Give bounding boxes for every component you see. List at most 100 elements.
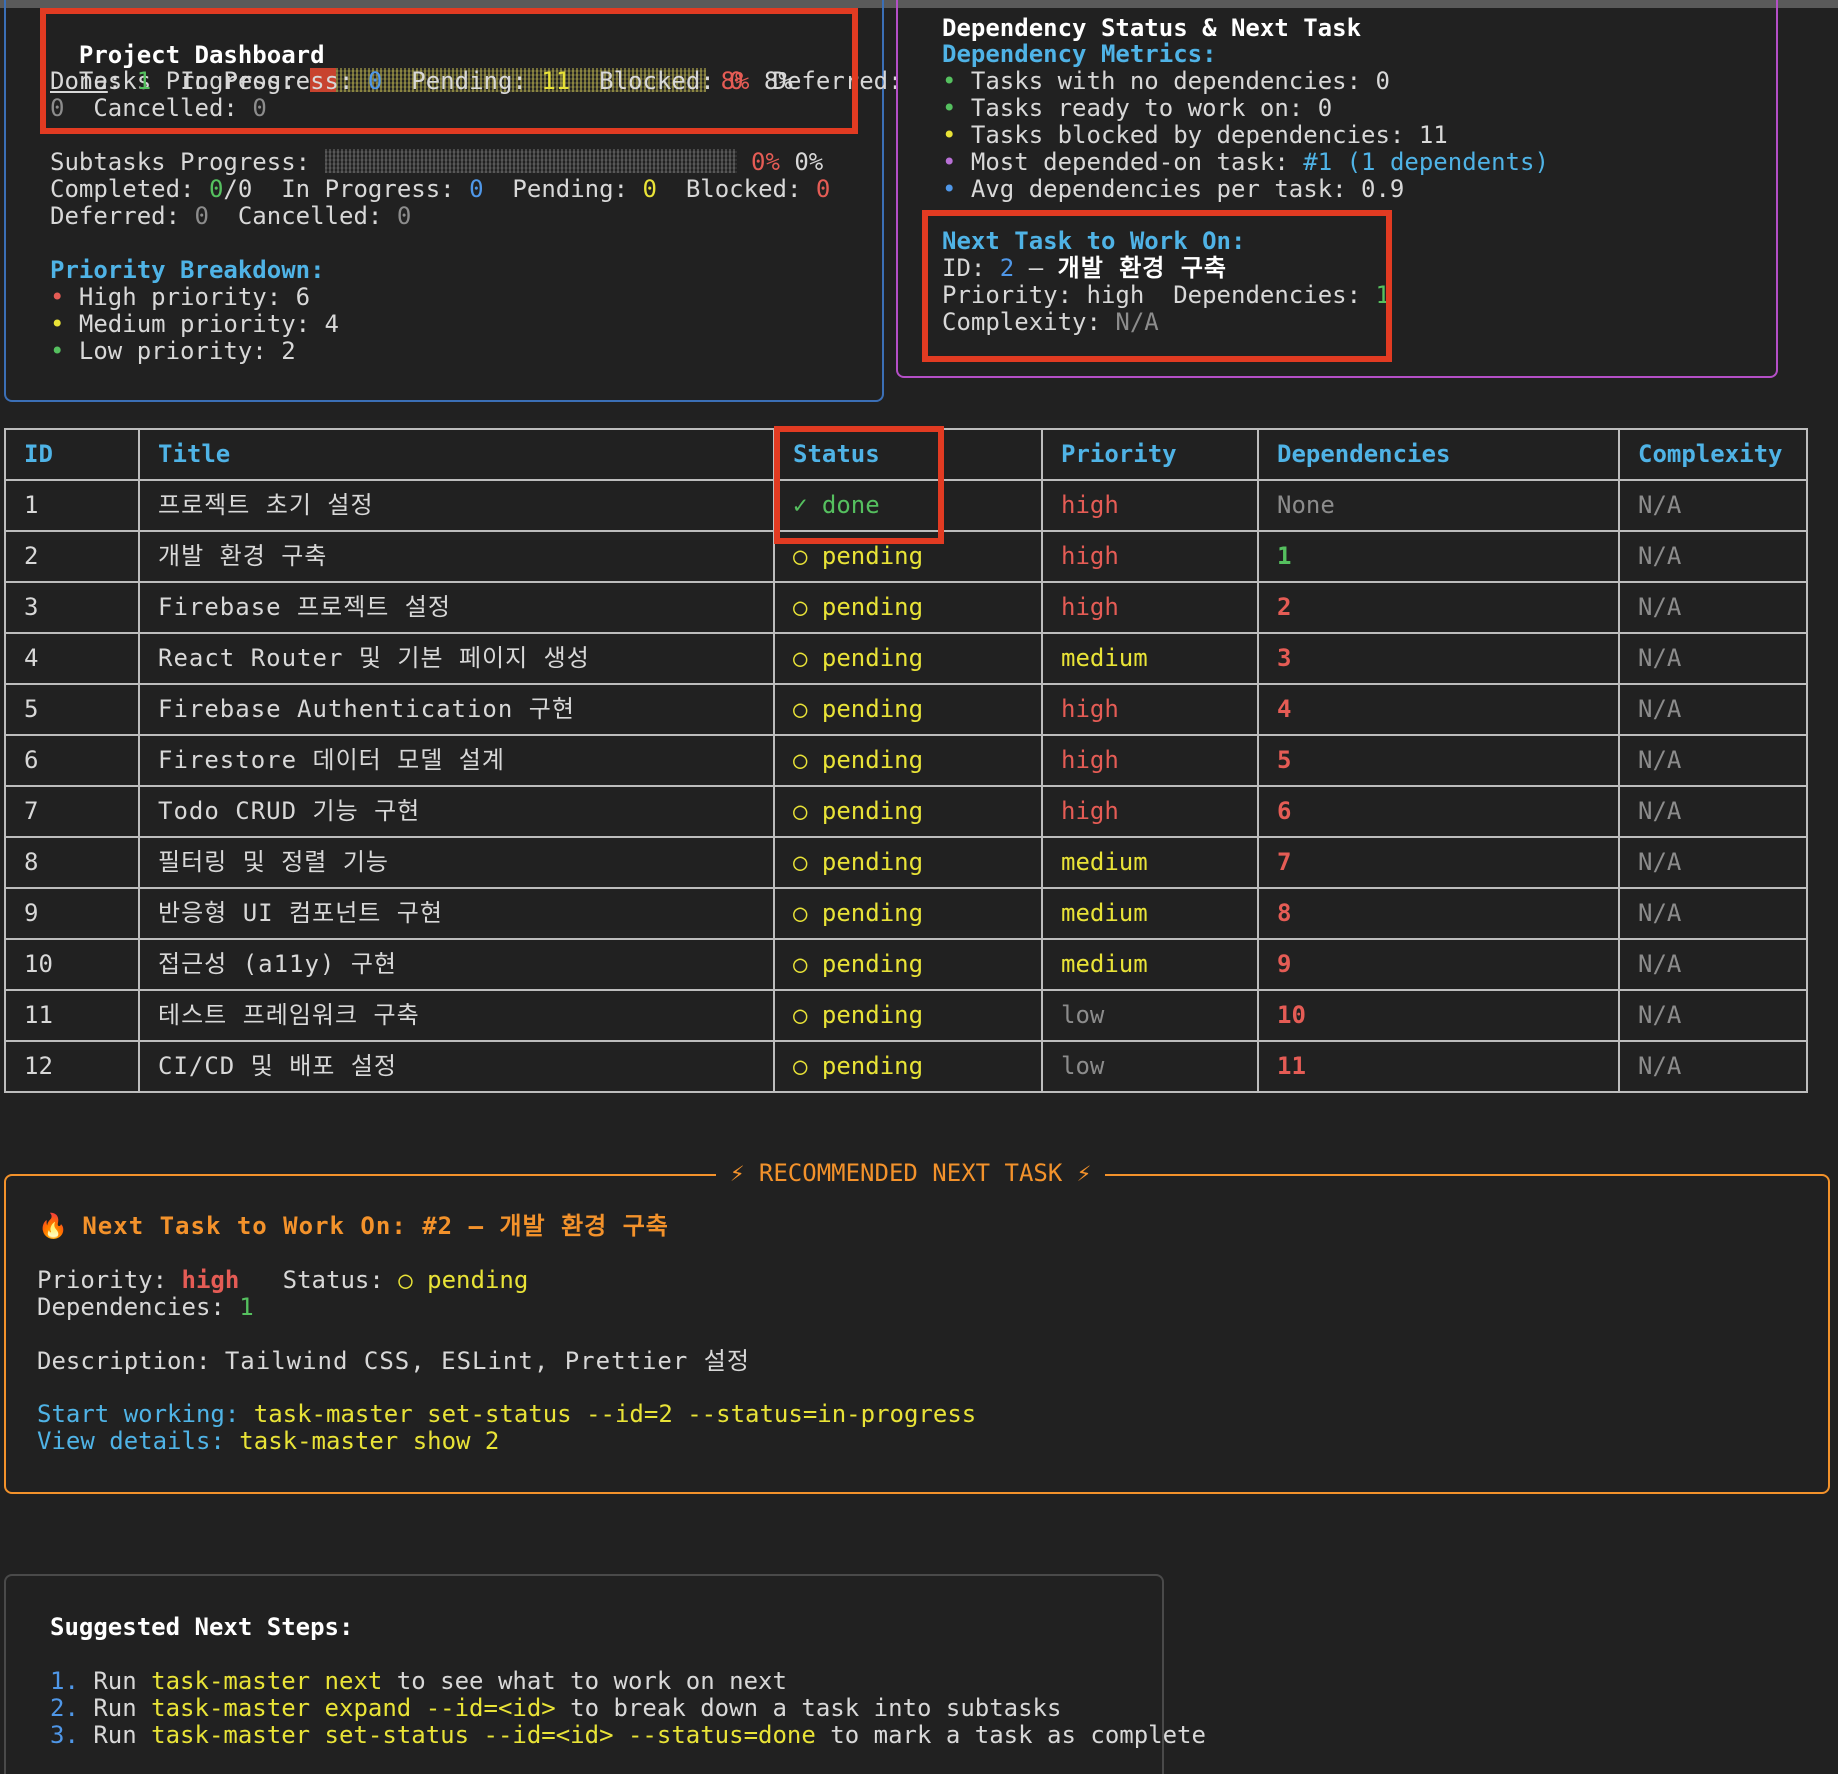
- cell-status: ○ pending: [773, 836, 1043, 889]
- cell-title: 프로젝트 초기 설정: [138, 479, 775, 532]
- cell-dependencies: 11: [1257, 1040, 1620, 1093]
- step-2-command[interactable]: task-master expand --id=<id>: [151, 1694, 556, 1722]
- metric-ready: • Tasks ready to work on: 0: [942, 94, 1333, 122]
- cell-title: 개발 환경 구축: [138, 530, 775, 583]
- dependency-title: Dependency Status & Next Task: [942, 14, 1362, 42]
- priority-breakdown-title: Priority Breakdown:: [50, 256, 325, 284]
- suggested-step-1: 1. Run task-master next to see what to w…: [50, 1667, 787, 1695]
- fire-icon: 🔥: [38, 1212, 68, 1240]
- cell-title: 반응형 UI 컴포넌트 구현: [138, 887, 775, 940]
- header-dependencies[interactable]: Dependencies: [1257, 428, 1620, 481]
- cell-complexity: N/A: [1618, 1040, 1808, 1093]
- recommended-banner: ⚡ RECOMMENDED NEXT TASK ⚡: [716, 1160, 1106, 1187]
- cell-id: 7: [4, 785, 140, 838]
- cell-id: 1: [4, 479, 140, 532]
- cell-dependencies: 5: [1257, 734, 1620, 787]
- cell-title: 필터링 및 정렬 기능: [138, 836, 775, 889]
- step-3-command[interactable]: task-master set-status --id=<id> --statu…: [151, 1721, 816, 1749]
- cell-id: 3: [4, 581, 140, 634]
- subtasks-status-line-1: Completed: 0/0 In Progress: 0 Pending: 0…: [50, 175, 831, 203]
- cell-title: 접근성 (a11y) 구현: [138, 938, 775, 991]
- cell-title: Firebase 프로젝트 설정: [138, 581, 775, 634]
- header-title[interactable]: Title: [138, 428, 775, 481]
- cell-priority: high: [1041, 785, 1259, 838]
- cell-dependencies: 10: [1257, 989, 1620, 1042]
- cell-title: CI/CD 및 배포 설정: [138, 1040, 775, 1093]
- priority-high-item: • High priority: 6: [50, 283, 311, 311]
- cell-dependencies: 9: [1257, 938, 1620, 991]
- cell-priority: high: [1041, 734, 1259, 787]
- header-priority[interactable]: Priority: [1041, 428, 1259, 481]
- step-1-command[interactable]: task-master next: [151, 1667, 382, 1695]
- suggested-step-2: 2. Run task-master expand --id=<id> to b…: [50, 1694, 1062, 1722]
- cell-title: 테스트 프레임워크 구축: [138, 989, 775, 1042]
- cell-dependencies: 2: [1257, 581, 1620, 634]
- cell-dependencies: 1: [1257, 530, 1620, 583]
- cell-complexity: N/A: [1618, 683, 1808, 736]
- cell-status: ○ pending: [773, 581, 1043, 634]
- table-row[interactable]: 11 테스트 프레임워크 구축 ○ pending low 10 N/A: [4, 989, 1808, 1042]
- cell-status: ○ pending: [773, 785, 1043, 838]
- cell-status: ○ pending: [773, 989, 1043, 1042]
- table-row[interactable]: 4 React Router 및 기본 페이지 생성 ○ pending medium…: [4, 632, 1808, 685]
- cell-status: ○ pending: [773, 632, 1043, 685]
- metric-most-depended: • Most depended-on task: #1 (1 dependent…: [942, 148, 1549, 176]
- cell-title: Todo CRUD 기능 구현: [138, 785, 775, 838]
- table-row[interactable]: 6 Firestore 데이터 모델 설계 ○ pending high 5 N/A: [4, 734, 1808, 787]
- recommended-description: Description: Tailwind CSS, ESLint, Prett…: [37, 1347, 750, 1375]
- cell-complexity: N/A: [1618, 581, 1808, 634]
- cell-title: React Router 및 기본 페이지 생성: [138, 632, 775, 685]
- status-column-highlight-box: [774, 426, 944, 544]
- cell-dependencies: 8: [1257, 887, 1620, 940]
- cell-status: ○ pending: [773, 1040, 1043, 1093]
- subtasks-status-line-2: Deferred: 0 Cancelled: 0: [50, 202, 412, 230]
- cell-priority: high: [1041, 479, 1259, 532]
- start-working-line: Start working: task-master set-status --…: [37, 1400, 977, 1428]
- view-details-command[interactable]: task-master show 2: [239, 1427, 499, 1455]
- dependency-metrics-title: Dependency Metrics:: [942, 40, 1217, 68]
- header-complexity[interactable]: Complexity: [1618, 428, 1808, 481]
- cell-priority: medium: [1041, 938, 1259, 991]
- cell-complexity: N/A: [1618, 887, 1808, 940]
- cell-priority: high: [1041, 581, 1259, 634]
- cell-priority: high: [1041, 683, 1259, 736]
- cell-title: Firestore 데이터 모델 설계: [138, 734, 775, 787]
- cell-complexity: N/A: [1618, 938, 1808, 991]
- table-row[interactable]: 10 접근성 (a11y) 구현 ○ pending medium 9 N/A: [4, 938, 1808, 991]
- table-row[interactable]: 9 반응형 UI 컴포넌트 구현 ○ pending medium 8 N/A: [4, 887, 1808, 940]
- suggested-step-3: 3. Run task-master set-status --id=<id> …: [50, 1721, 1206, 1749]
- table-row[interactable]: 7 Todo CRUD 기능 구현 ○ pending high 6 N/A: [4, 785, 1808, 838]
- cell-id: 2: [4, 530, 140, 583]
- cell-status: ○ pending: [773, 683, 1043, 736]
- cell-status: ○ pending: [773, 887, 1043, 940]
- header-id[interactable]: ID: [4, 428, 140, 481]
- cell-priority: high: [1041, 530, 1259, 583]
- cell-complexity: N/A: [1618, 734, 1808, 787]
- recommended-priority-status: Priority: high Status: ○ pending: [37, 1266, 529, 1294]
- view-details-line: View details: task-master show 2: [37, 1427, 500, 1455]
- table-row[interactable]: 8 필터링 및 정렬 기능 ○ pending medium 7 N/A: [4, 836, 1808, 889]
- cell-id: 9: [4, 887, 140, 940]
- cell-id: 6: [4, 734, 140, 787]
- cell-id: 5: [4, 683, 140, 736]
- cell-title: Firebase Authentication 구현: [138, 683, 775, 736]
- cell-priority: medium: [1041, 887, 1259, 940]
- cell-dependencies: 6: [1257, 785, 1620, 838]
- cell-complexity: N/A: [1618, 989, 1808, 1042]
- cell-complexity: N/A: [1618, 632, 1808, 685]
- cell-id: 4: [4, 632, 140, 685]
- start-working-command[interactable]: task-master set-status --id=2 --status=i…: [254, 1400, 976, 1428]
- cell-priority: medium: [1041, 632, 1259, 685]
- subtasks-progress-bar: [324, 149, 737, 173]
- metric-no-deps: • Tasks with no dependencies: 0: [942, 67, 1390, 95]
- table-row[interactable]: 12 CI/CD 및 배포 설정 ○ pending low 11 N/A: [4, 1040, 1808, 1093]
- recommended-dependencies: Dependencies: 1: [37, 1293, 254, 1321]
- table-row[interactable]: 3 Firebase 프로젝트 설정 ○ pending high 2 N/A: [4, 581, 1808, 634]
- dashboard-highlight-box: [40, 8, 858, 134]
- cell-priority: low: [1041, 1040, 1259, 1093]
- cell-dependencies: 7: [1257, 836, 1620, 889]
- table-row[interactable]: 5 Firebase Authentication 구현 ○ pending high…: [4, 683, 1808, 736]
- suggested-steps-title: Suggested Next Steps:: [50, 1613, 354, 1641]
- metric-blocked: • Tasks blocked by dependencies: 11: [942, 121, 1448, 149]
- cell-dependencies: 3: [1257, 632, 1620, 685]
